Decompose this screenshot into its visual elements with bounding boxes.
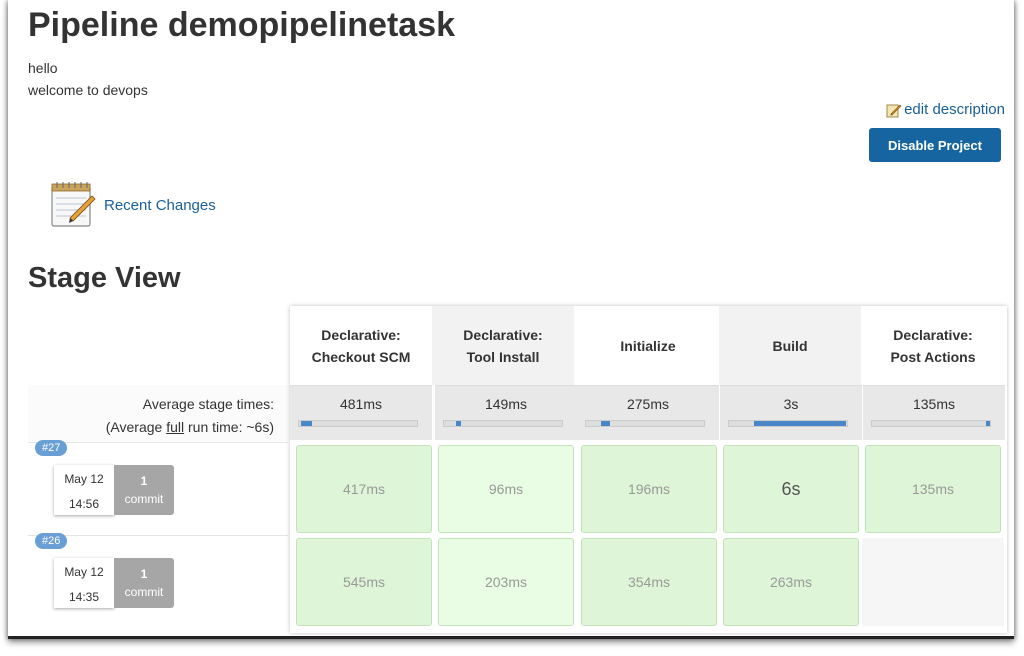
stage-cell[interactable]: 263ms xyxy=(723,538,859,626)
stage-cell[interactable]: 545ms xyxy=(296,538,432,626)
empty-stage-cell xyxy=(862,538,1004,626)
full-link[interactable]: full xyxy=(166,419,184,435)
notepad-icon xyxy=(51,182,96,227)
edit-description-label: edit description xyxy=(904,101,1005,118)
stage-cell[interactable]: 203ms xyxy=(438,538,574,626)
build-number-badge[interactable]: #27 xyxy=(35,440,68,456)
commit-count: 1 xyxy=(140,474,148,488)
description-line-2: welcome to devops xyxy=(28,82,148,98)
stage-name-line-1: Declarative: xyxy=(463,326,543,343)
commit-label: commit xyxy=(124,492,164,506)
stage-header-build: Build xyxy=(719,306,861,385)
stage-name-line-1: Build xyxy=(772,337,808,354)
page-title: Pipeline demopipelinetask xyxy=(28,6,456,44)
stage-average-time: 481ms xyxy=(339,396,383,412)
commit-count-button[interactable]: 1 commit xyxy=(114,465,174,515)
stage-average-post-actions: 135ms xyxy=(863,385,1005,440)
commit-label: commit xyxy=(124,585,164,599)
stage-cell[interactable]: 135ms xyxy=(865,445,1001,533)
build-date: May 12 xyxy=(64,565,104,579)
project-description: hello welcome to devops xyxy=(28,57,148,101)
stage-name-line-1: Declarative: xyxy=(321,326,401,343)
description-line-1: hello xyxy=(28,60,58,76)
average-stage-times-label: Average stage times: (Average full run t… xyxy=(28,385,288,441)
stage-name-line-1: Declarative: xyxy=(893,326,973,343)
build-time: 14:35 xyxy=(68,590,100,604)
stage-name-line-1: Initialize xyxy=(620,337,676,354)
stage-average-time: 275ms xyxy=(626,396,670,412)
stage-average-time: 135ms xyxy=(912,396,956,412)
stage-average-time: 149ms xyxy=(484,396,528,412)
stage-cell[interactable]: 417ms xyxy=(296,445,432,533)
stage-cell[interactable]: 96ms xyxy=(438,445,574,533)
stage-average-initialize: 275ms xyxy=(577,385,719,440)
stage-name-line-2: Checkout SCM xyxy=(311,348,411,365)
commit-count: 1 xyxy=(140,567,148,581)
build-date-card: May 12 14:35 xyxy=(54,558,114,608)
edit-pencil-icon xyxy=(886,104,902,117)
stage-header-post-actions: Declarative: Post Actions xyxy=(862,306,1004,385)
stage-view-title: Stage View xyxy=(28,262,181,294)
stage-average-checkout-scm: 481ms xyxy=(290,385,432,440)
avg-full-suffix: run time: ~6s) xyxy=(184,419,274,435)
stage-average-bar xyxy=(871,420,991,427)
average-full-runtime: (Average full run time: ~6s) xyxy=(106,419,274,435)
stage-name-line-2: Tool Install xyxy=(466,348,540,365)
commit-count-button[interactable]: 1 commit xyxy=(114,558,174,608)
run-row-27: #27 May 12 14:56 1 commit xyxy=(28,440,288,535)
stage-average-bar xyxy=(728,420,848,427)
stage-header-checkout-scm: Declarative: Checkout SCM xyxy=(290,306,432,385)
stage-cell[interactable]: 354ms xyxy=(581,538,717,626)
build-number-badge[interactable]: #26 xyxy=(35,533,68,549)
stage-view-table: Declarative: Checkout SCM Declarative: Too… xyxy=(290,306,1007,633)
stage-average-bar xyxy=(443,420,563,427)
build-date-card: May 12 14:56 xyxy=(54,465,114,515)
stage-average-time: 3s xyxy=(783,396,799,412)
avg-full-prefix: (Average xyxy=(105,419,167,435)
stage-average-tool-install: 149ms xyxy=(435,385,577,440)
stage-average-bar xyxy=(298,420,418,427)
stage-average-bar xyxy=(585,420,705,427)
recent-changes: Recent Changes xyxy=(48,180,216,230)
edit-description-link[interactable]: edit description xyxy=(886,101,1005,118)
stage-header-tool-install: Declarative: Tool Install xyxy=(432,306,574,385)
stage-cell[interactable]: 196ms xyxy=(581,445,717,533)
stage-name-line-2: Post Actions xyxy=(890,348,976,365)
average-label: Average stage times: xyxy=(142,396,274,412)
stage-cell[interactable]: 6s xyxy=(723,445,859,533)
disable-project-button[interactable]: Disable Project xyxy=(869,128,1001,162)
stage-header-initialize: Initialize xyxy=(577,306,719,385)
run-row-26: #26 May 12 14:35 1 commit xyxy=(28,533,288,628)
build-date: May 12 xyxy=(64,472,104,486)
build-time: 14:56 xyxy=(68,497,100,511)
recent-changes-link[interactable]: Recent Changes xyxy=(104,197,216,214)
stage-average-build: 3s xyxy=(720,385,862,440)
